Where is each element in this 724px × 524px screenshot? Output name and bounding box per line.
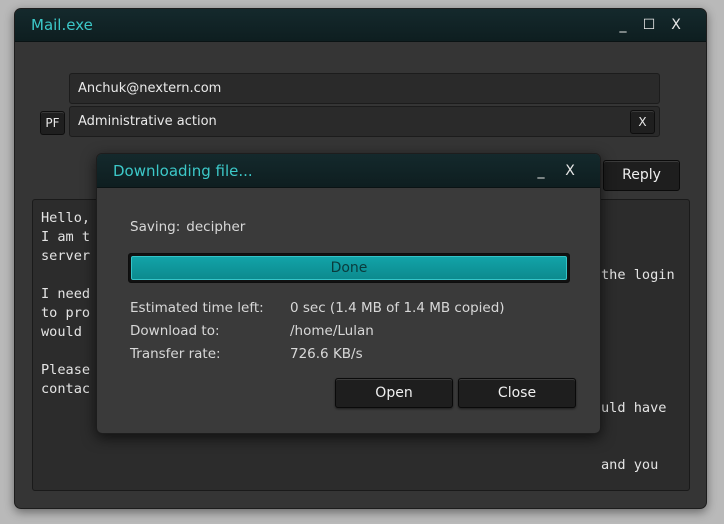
download-progress-bar: Done [128,253,570,283]
mail-body-right-text: the login uld have and you [601,228,675,508]
info-key: Transfer rate: [130,346,221,362]
open-button[interactable]: Open [335,378,453,408]
subject-field[interactable] [69,106,660,137]
dialog-minimize-button[interactable]: _ [530,160,552,182]
close-button[interactable]: X [665,14,687,36]
body-fragment: uld have [601,400,667,416]
saving-line: Saving: decipher [130,219,245,235]
saving-label: Saving: [130,219,181,235]
minimize-button[interactable]: _ [612,14,634,36]
subject-input[interactable] [78,114,659,129]
info-key: Download to: [130,323,220,339]
saving-filename: decipher [186,219,246,235]
close-dialog-button[interactable]: Close [458,378,576,408]
reply-button[interactable]: Reply [603,160,680,191]
info-value: /home/Lulan [290,323,374,339]
body-fragment: and you [601,457,659,473]
clear-subject-button[interactable]: X [630,110,655,134]
to-input[interactable] [78,81,659,96]
progress-label: Done [330,260,368,276]
dialog-title: Downloading file... [113,162,253,180]
dialog-close-icon[interactable]: X [559,160,581,182]
window-title: Mail.exe [31,16,93,34]
maximize-button[interactable]: ☐ [638,14,660,36]
mail-titlebar[interactable]: Mail.exe _ ☐ X [15,9,706,42]
pf-button[interactable]: PF [40,111,65,135]
info-key: Estimated time left: [130,300,264,316]
info-value: 726.6 KB/s [290,346,363,362]
body-fragment: the login [601,267,675,283]
dialog-titlebar[interactable]: Downloading file... _ X [97,154,600,188]
info-value: 0 sec (1.4 MB of 1.4 MB copied) [290,300,505,316]
to-field[interactable] [69,73,660,104]
download-dialog: Downloading file... _ X Saving: decipher … [96,153,601,434]
